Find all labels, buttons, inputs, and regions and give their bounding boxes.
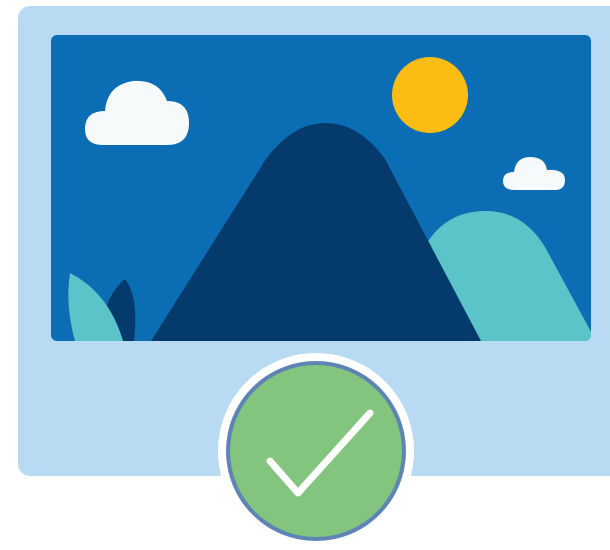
sun-icon <box>392 57 468 133</box>
landscape-picture <box>51 35 591 341</box>
image-approved-illustration <box>0 0 610 550</box>
badge-fill <box>230 365 402 537</box>
approved-badge <box>218 353 414 549</box>
